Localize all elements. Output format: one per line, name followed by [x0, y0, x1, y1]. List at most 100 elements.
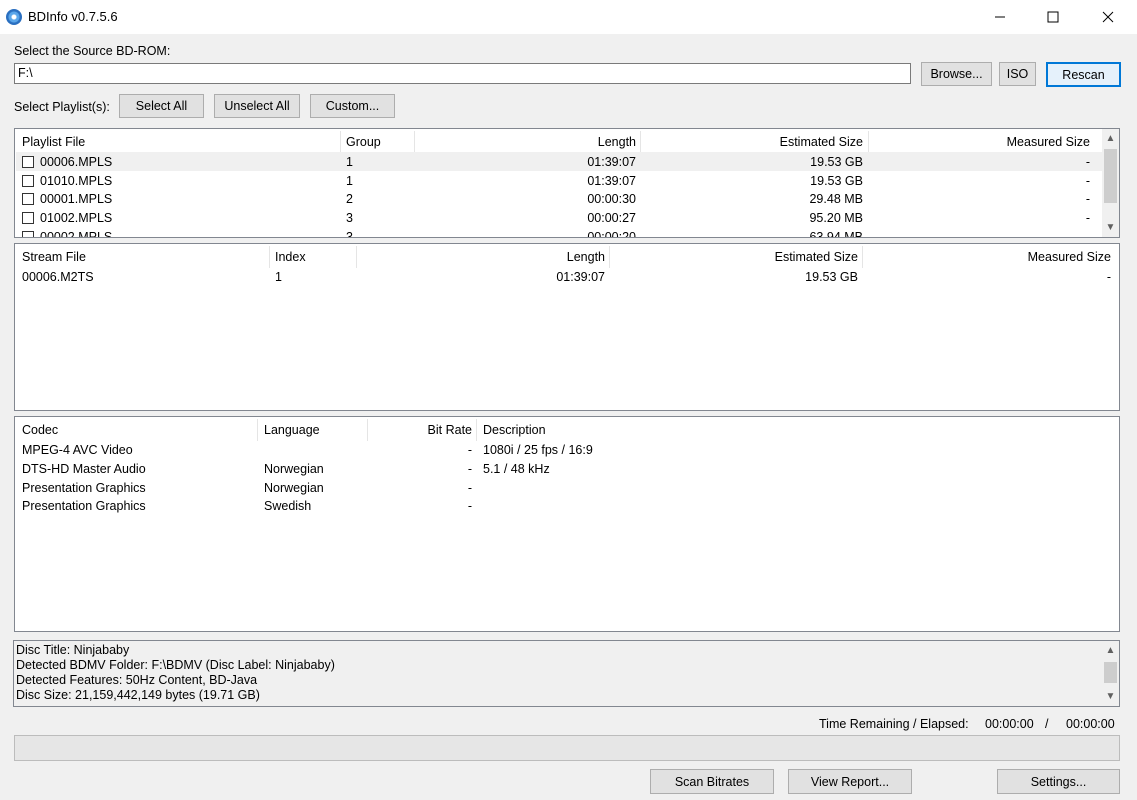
scroll-up-icon[interactable]: ▲ — [1102, 130, 1119, 147]
column-header-codec[interactable]: Codec — [22, 420, 58, 440]
codec-cell: MPEG-4 AVC Video — [22, 443, 133, 457]
playlist-checkbox[interactable] — [22, 212, 34, 225]
column-separator — [257, 419, 258, 441]
group-cell: 3 — [346, 211, 353, 226]
codec-list[interactable]: Codec Language Bit Rate Description MPEG… — [14, 416, 1120, 632]
playlist-checkbox[interactable] — [22, 193, 34, 206]
scroll-down-icon[interactable]: ▼ — [1102, 219, 1119, 236]
codec-row[interactable]: DTS-HD Master Audio Norwegian -5.1 / 48 kH… — [15, 460, 1119, 478]
disc-info-textbox[interactable]: Disc Title: Ninjababy Detected BDMV Folde… — [13, 640, 1120, 707]
column-header-description[interactable]: Description — [483, 420, 546, 440]
scroll-up-icon[interactable]: ▲ — [1102, 642, 1119, 659]
description-cell: 1080i / 25 fps / 16:9 — [483, 443, 593, 457]
column-header-group[interactable]: Group — [346, 132, 381, 152]
column-header-length[interactable]: Length — [415, 132, 636, 152]
estimated-size-cell: 19.53 GB — [810, 173, 863, 188]
browse-button[interactable]: Browse... — [921, 62, 992, 86]
codec-row[interactable]: MPEG-4 AVC Video -1080i / 25 fps / 16:9 — [15, 441, 1119, 459]
description-cell: 5.1 / 48 kHz — [483, 461, 550, 476]
source-path-input[interactable]: F:\ — [14, 63, 911, 84]
maximize-button[interactable] — [1030, 0, 1076, 34]
group-cell: 3 — [346, 229, 353, 238]
minimize-icon — [995, 16, 1005, 18]
playlist-row[interactable]: 00001.MPLS 2 00:00:30 29.48 MB - — [15, 190, 1102, 208]
playlist-file-cell: 00001.MPLS — [40, 192, 113, 207]
select-playlists-label: Select Playlist(s): — [14, 100, 110, 114]
disc-info-line: Disc Size: 21,159,442,149 bytes (19.71 G… — [16, 688, 260, 702]
length-cell: 00:00:27 — [587, 211, 636, 226]
scroll-thumb[interactable] — [1104, 149, 1117, 203]
column-header-estimated-size[interactable]: Estimated Size — [641, 132, 863, 152]
playlist-row[interactable]: 01010.MPLS 1 01:39:07 19.53 GB - — [15, 172, 1102, 190]
time-remaining-value: 00:00:00 — [985, 717, 1034, 731]
unselect-all-button[interactable]: Unselect All — [214, 94, 300, 118]
column-separator — [269, 246, 270, 268]
time-elapsed-value: 00:00:00 — [1066, 717, 1115, 731]
column-header-length[interactable]: Length — [357, 247, 605, 267]
iso-button[interactable]: ISO — [999, 62, 1036, 86]
view-report-button[interactable]: View Report... — [788, 769, 912, 794]
playlist-row[interactable]: 00002.MPLS 3 00:00:20 63.94 MB - — [15, 228, 1102, 238]
estimated-size-cell: 19.53 GB — [805, 270, 858, 284]
stream-list[interactable]: Stream File Index Length Estimated Size … — [14, 243, 1120, 411]
column-header-measured-size[interactable]: Measured Size — [869, 132, 1090, 152]
length-cell: 00:00:20 — [587, 229, 636, 238]
bit-rate-cell: - — [467, 499, 472, 514]
time-remaining-label: Time Remaining / Elapsed: — [819, 717, 969, 731]
title-bar: BDInfo v0.7.5.6 — [0, 0, 1137, 34]
bit-rate-cell: - — [467, 480, 472, 495]
playlist-row[interactable]: 01002.MPLS 3 00:00:27 95.20 MB - — [15, 209, 1102, 227]
minimize-button[interactable] — [977, 0, 1023, 34]
playlist-file-cell: 00006.MPLS — [40, 155, 113, 169]
language-cell: Norwegian — [264, 480, 324, 495]
disc-info-line: Detected BDMV Folder: F:\BDMV (Disc Labe… — [16, 658, 335, 672]
column-header-estimated-size[interactable]: Estimated Size — [610, 247, 858, 267]
column-header-index[interactable]: Index — [275, 247, 306, 267]
maximize-icon — [1047, 11, 1059, 23]
column-header-bit-rate[interactable]: Bit Rate — [368, 420, 472, 440]
scan-bitrates-button[interactable]: Scan Bitrates — [650, 769, 774, 794]
length-cell: 01:39:07 — [587, 173, 636, 188]
window-title: BDInfo v0.7.5.6 — [28, 9, 118, 24]
settings-button[interactable]: Settings... — [997, 769, 1120, 794]
codec-cell: DTS-HD Master Audio — [22, 461, 146, 476]
measured-size-cell: - — [1085, 155, 1090, 169]
playlist-row[interactable]: 00006.MPLS 1 01:39:07 19.53 GB - — [15, 153, 1102, 171]
column-header-playlist-file[interactable]: Playlist File — [22, 132, 85, 152]
playlist-file-cell: 00002.MPLS — [40, 229, 113, 238]
column-separator — [340, 131, 341, 153]
rescan-button[interactable]: Rescan — [1046, 62, 1121, 87]
codec-row[interactable]: Presentation Graphics Swedish - — [15, 497, 1119, 515]
column-header-stream-file[interactable]: Stream File — [22, 247, 86, 267]
length-cell: 01:39:07 — [587, 155, 636, 169]
playlist-scrollbar[interactable]: ▲ ▼ — [1102, 129, 1119, 237]
source-label: Select the Source BD-ROM: — [14, 44, 171, 58]
estimated-size-cell: 63.94 MB — [809, 229, 863, 238]
playlist-checkbox[interactable] — [22, 230, 34, 237]
measured-size-cell: - — [1085, 173, 1090, 188]
playlist-checkbox[interactable] — [22, 156, 34, 168]
playlist-file-cell: 01010.MPLS — [40, 173, 113, 188]
codec-row[interactable]: Presentation Graphics Norwegian - — [15, 479, 1119, 497]
column-header-language[interactable]: Language — [264, 420, 320, 440]
scroll-thumb[interactable] — [1104, 662, 1117, 683]
estimated-size-cell: 95.20 MB — [809, 211, 863, 226]
stream-row[interactable]: 00006.M2TS 1 01:39:07 19.53 GB - — [15, 268, 1119, 286]
codec-cell: Presentation Graphics — [22, 480, 146, 495]
close-button[interactable] — [1085, 0, 1131, 34]
language-cell: Swedish — [264, 499, 312, 514]
group-cell: 1 — [346, 155, 353, 169]
column-header-measured-size[interactable]: Measured Size — [863, 247, 1111, 267]
custom-button[interactable]: Custom... — [310, 94, 395, 118]
select-all-button[interactable]: Select All — [119, 94, 204, 118]
progress-bar — [14, 735, 1120, 761]
language-cell: Norwegian — [264, 461, 324, 476]
playlist-list[interactable]: Playlist File Group Length Estimated Siz… — [14, 128, 1120, 238]
scroll-down-icon[interactable]: ▼ — [1102, 688, 1119, 705]
info-scrollbar[interactable]: ▲ ▼ — [1102, 641, 1119, 706]
bit-rate-cell: - — [467, 461, 472, 476]
disc-info-line: Disc Title: Ninjababy — [16, 643, 130, 657]
codec-cell: Presentation Graphics — [22, 499, 146, 514]
close-icon — [1102, 11, 1114, 23]
playlist-checkbox[interactable] — [22, 174, 34, 187]
